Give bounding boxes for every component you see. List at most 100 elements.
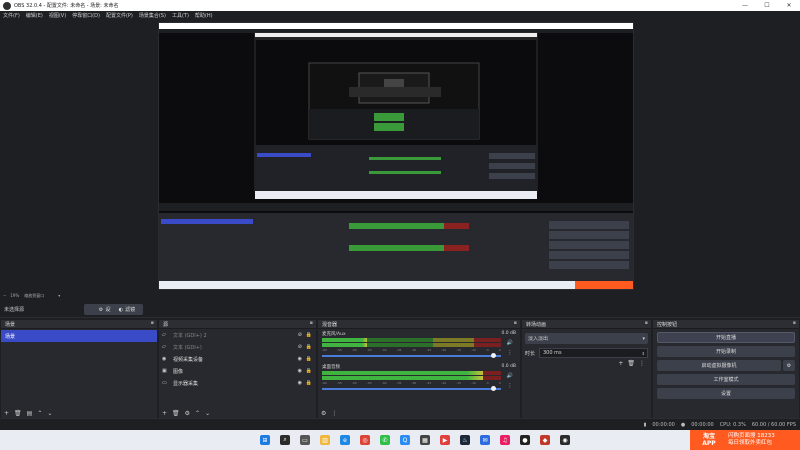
- menu-docks[interactable]: 停靠窗口(D): [72, 12, 100, 19]
- taskbar: ⊞ ⌕ ▭ ▥ e ◎ ✆ Q ▦ ▶ ♨ ✉ ♫ ● ◆ ◉ 淘宝 APP 闪购页面搜 18233 每日领取…: [0, 430, 800, 450]
- virtual-camera-settings-button[interactable]: ⚙: [783, 360, 795, 371]
- menu-file[interactable]: 文件(F): [3, 12, 20, 19]
- transitions-title: 转场动画: [526, 321, 547, 328]
- mail-icon[interactable]: ✉: [480, 435, 490, 445]
- explorer-icon[interactable]: ▥: [320, 435, 330, 445]
- channel-menu-icon[interactable]: ⋮: [508, 383, 513, 389]
- remove-scene-icon[interactable]: 🗑: [14, 410, 22, 417]
- remove-transition-icon[interactable]: 🗑: [627, 360, 635, 367]
- lock-icon[interactable]: 🔒: [306, 368, 312, 374]
- dock-menu-icon[interactable]: ▪: [514, 320, 517, 326]
- lock-icon[interactable]: 🔒: [306, 356, 312, 362]
- menu-scene-collection[interactable]: 场景集合(S): [139, 12, 166, 19]
- source-item[interactable]: ▱ 文本 (GDI+) 2 ⊘ 🔒: [159, 329, 316, 341]
- menu-help[interactable]: 帮助(H): [195, 12, 213, 19]
- start-recording-button[interactable]: 开始录制: [657, 346, 795, 357]
- lock-icon[interactable]: 🔒: [306, 380, 312, 386]
- task-view-icon[interactable]: ▭: [300, 435, 310, 445]
- monitor-icon: ▭: [162, 380, 167, 386]
- speaker-icon[interactable]: 🔊: [507, 373, 513, 379]
- zoom-out-icon[interactable]: −: [3, 293, 6, 298]
- cpu-usage: CPU: 0.3%: [719, 421, 746, 428]
- record-icon[interactable]: ●: [520, 435, 530, 445]
- lock-icon[interactable]: 🔒: [306, 344, 312, 350]
- eye-off-icon[interactable]: ⊘: [298, 344, 302, 350]
- search-icon[interactable]: ⌕: [280, 435, 290, 445]
- channel-menu-icon[interactable]: ⋮: [508, 350, 513, 356]
- volume-slider-knob[interactable]: [490, 386, 496, 391]
- add-source-icon[interactable]: +: [162, 410, 167, 417]
- menu-edit[interactable]: 编辑(E): [26, 12, 43, 19]
- move-up-icon[interactable]: ⌃: [195, 410, 200, 417]
- close-button[interactable]: ✕: [778, 0, 800, 11]
- maximize-button[interactable]: ☐: [756, 0, 778, 11]
- eye-icon[interactable]: ◉: [298, 380, 302, 386]
- source-properties-icon[interactable]: ⚙: [185, 410, 190, 417]
- transition-menu-icon[interactable]: ⋮: [639, 360, 645, 367]
- move-down-icon[interactable]: ⌄: [205, 410, 210, 417]
- menu-profile[interactable]: 配置文件(P): [106, 12, 133, 19]
- transitions-dock: 转场动画 ▪ 淡入淡出 ▾ 时长 300 ms ⇕ + 🗑 ⋮: [522, 320, 651, 418]
- start-streaming-button[interactable]: 开始直播: [657, 332, 795, 343]
- menu-bar: 文件(F) 编辑(E) 视图(V) 停靠窗口(D) 配置文件(P) 场景集合(S…: [0, 11, 800, 20]
- meter-tick-label: -60: [322, 348, 327, 352]
- lock-icon[interactable]: 🔒: [306, 332, 312, 338]
- remove-source-icon[interactable]: 🗑: [172, 410, 180, 417]
- edge-icon[interactable]: e: [340, 435, 350, 445]
- taobao-ad[interactable]: 淘宝 APP 闪购页面搜 18233 每日领取外卖红包: [690, 430, 800, 450]
- store-icon[interactable]: ▦: [420, 435, 430, 445]
- wechat-icon[interactable]: ✆: [380, 435, 390, 445]
- scene-item[interactable]: 场景: [1, 330, 157, 342]
- chrome-icon[interactable]: ◎: [360, 435, 370, 445]
- menu-view[interactable]: 视图(V): [49, 12, 66, 19]
- video-icon[interactable]: ▶: [440, 435, 450, 445]
- mixer-title: 混音器: [322, 321, 338, 328]
- dock-menu-icon[interactable]: ▪: [793, 320, 796, 326]
- obs-icon[interactable]: ◉: [560, 435, 570, 445]
- windows-icon[interactable]: ⊞: [260, 435, 270, 445]
- volume-slider[interactable]: [322, 386, 501, 391]
- steam-icon[interactable]: ♨: [460, 435, 470, 445]
- preview-canvas[interactable]: [158, 22, 634, 290]
- meter-tick-label: -55: [336, 348, 342, 352]
- volume-slider-knob[interactable]: [490, 353, 496, 358]
- scene-filters-icon[interactable]: ▤: [27, 410, 33, 417]
- studio-mode-button[interactable]: 工作室模式: [657, 374, 795, 385]
- stepper-icon[interactable]: ⇕: [642, 351, 645, 356]
- start-virtual-camera-button[interactable]: 启动虚拟摄像机: [657, 360, 781, 371]
- app-icon[interactable]: ◆: [540, 435, 550, 445]
- mixer-menu-icon[interactable]: ⋮: [331, 410, 337, 417]
- source-item-label: 文本 (GDI+) 2: [173, 332, 207, 339]
- dock-menu-icon[interactable]: ▪: [310, 320, 313, 326]
- eye-off-icon[interactable]: ⊘: [298, 332, 302, 338]
- source-item[interactable]: ▣ 图像 ◉ 🔒: [159, 365, 316, 377]
- title-bar: OBS 32.0.4 - 配置文件: 未命名 - 场景: 未命名 — ☐ ✕: [0, 0, 800, 11]
- music-icon[interactable]: ♫: [500, 435, 510, 445]
- zoom-mode[interactable]: 缩放到窗口: [24, 293, 44, 299]
- mixer-settings-icon[interactable]: ⚙: [321, 410, 326, 417]
- add-scene-icon[interactable]: +: [4, 410, 9, 417]
- zoom-value[interactable]: 19%: [10, 293, 19, 298]
- source-item[interactable]: ▱ 文本 (GDI+) ⊘ 🔒: [159, 341, 316, 353]
- move-down-icon[interactable]: ⌄: [47, 410, 52, 417]
- source-item[interactable]: ▭ 显示器采集 ◉ 🔒: [159, 377, 316, 389]
- eye-icon[interactable]: ◉: [298, 368, 302, 374]
- add-transition-icon[interactable]: +: [618, 360, 623, 367]
- menu-tools[interactable]: 工具(T): [172, 12, 189, 19]
- dock-menu-icon[interactable]: ▪: [645, 320, 648, 326]
- duration-input[interactable]: 300 ms ⇕: [539, 348, 648, 358]
- source-filters-button[interactable]: ◐ 滤镜: [111, 304, 143, 315]
- settings-button[interactable]: 设置: [657, 388, 795, 399]
- eye-icon[interactable]: ◉: [298, 356, 302, 362]
- chevron-down-icon[interactable]: ▾: [58, 293, 60, 298]
- source-item[interactable]: ◉ 视频采集设备 ◉ 🔒: [159, 353, 316, 365]
- transition-select[interactable]: 淡入淡出 ▾: [525, 333, 648, 344]
- qq-icon[interactable]: Q: [400, 435, 410, 445]
- obs-logo-icon: [3, 1, 11, 10]
- speaker-icon[interactable]: 🔊: [507, 340, 513, 346]
- filters-label: 滤镜: [125, 307, 136, 313]
- dock-menu-icon[interactable]: ▪: [151, 320, 154, 326]
- move-up-icon[interactable]: ⌃: [37, 410, 42, 417]
- minimize-button[interactable]: —: [734, 0, 756, 11]
- volume-slider[interactable]: [322, 353, 501, 358]
